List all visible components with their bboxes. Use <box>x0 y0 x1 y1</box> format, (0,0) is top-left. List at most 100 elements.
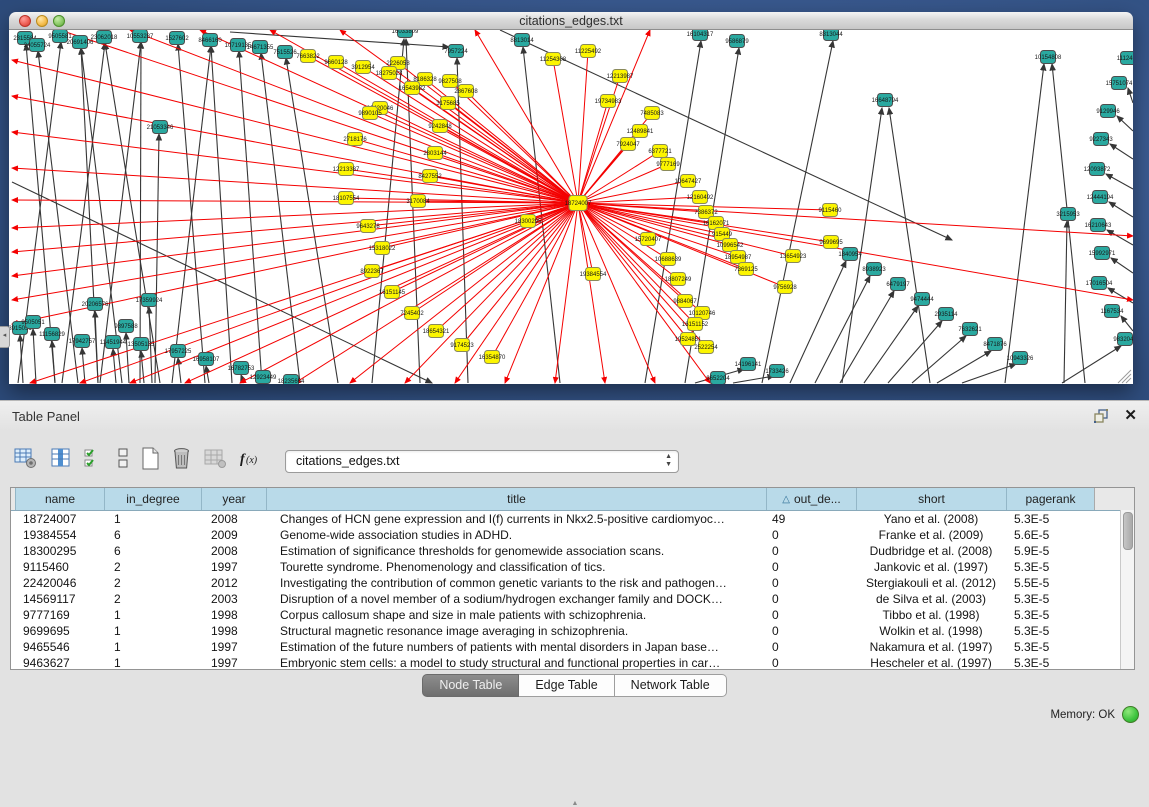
graph-edge[interactable] <box>95 311 98 383</box>
table-row[interactable]: 1456911722003Disruption of a novel membe… <box>11 591 1134 607</box>
graph-edge[interactable] <box>962 364 1016 383</box>
table-cell[interactable]: Estimation of the future numbers of pati… <box>266 640 766 654</box>
table-cell[interactable]: 1998 <box>201 624 266 638</box>
table-cell[interactable]: 2003 <box>201 592 266 606</box>
table-row[interactable]: 2242004622012Investigating the contribut… <box>11 575 1134 591</box>
table-cell[interactable]: 9777169 <box>15 608 104 622</box>
graph-edge[interactable] <box>1121 316 1133 331</box>
close-panel-icon[interactable]: ✕ <box>1124 406 1137 424</box>
graph-edge[interactable] <box>1109 202 1133 217</box>
graph-edge[interactable] <box>382 203 578 248</box>
new-file-icon[interactable] <box>140 447 160 470</box>
column-header-out_de[interactable]: △out_de... <box>766 488 856 510</box>
graph-edge[interactable] <box>1062 346 1121 383</box>
graph-edge[interactable] <box>130 203 578 383</box>
import-table-disabled-icon[interactable] <box>203 447 227 469</box>
table-cell[interactable]: 18300295 <box>15 544 104 558</box>
graph-edge[interactable] <box>140 42 141 383</box>
graph-edge[interactable] <box>113 349 116 383</box>
graph-edge[interactable] <box>578 101 608 203</box>
memory-ok-indicator[interactable] <box>1122 706 1139 723</box>
table-cell[interactable]: 5.3E-5 <box>1006 608 1094 622</box>
graph-edge[interactable] <box>178 358 181 383</box>
table-vertical-scrollbar[interactable] <box>1120 510 1134 669</box>
graph-edge[interactable] <box>578 197 700 203</box>
table-cell[interactable]: 1997 <box>201 560 266 574</box>
graph-edge[interactable] <box>912 336 966 383</box>
table-cell[interactable]: 0 <box>766 592 856 606</box>
table-cell[interactable]: 0 <box>766 544 856 558</box>
graph-edge[interactable] <box>1107 230 1133 245</box>
graph-edge[interactable] <box>455 203 578 383</box>
window-titlebar[interactable]: citations_edges.txt <box>9 12 1133 30</box>
table-cell[interactable]: 5.3E-5 <box>1006 656 1094 670</box>
graph-edge[interactable] <box>12 203 578 228</box>
graph-edge[interactable] <box>172 46 211 383</box>
table-cell[interactable]: 0 <box>766 624 856 638</box>
graph-edge[interactable] <box>448 103 578 203</box>
table-cell[interactable]: Embryonic stem cells: a model to study s… <box>266 656 766 670</box>
table-cell[interactable]: 9699695 <box>15 624 104 638</box>
graph-edge[interactable] <box>412 203 578 313</box>
graph-edge[interactable] <box>33 329 36 383</box>
graph-edge[interactable] <box>1106 174 1133 189</box>
table-cell[interactable]: 0 <box>766 608 856 622</box>
table-cell[interactable]: 22420046 <box>15 576 104 590</box>
graph-edge[interactable] <box>937 351 991 383</box>
graph-edge[interactable] <box>790 261 846 383</box>
graph-edge[interactable] <box>130 30 578 203</box>
column-header-year[interactable]: year <box>201 488 266 510</box>
network-canvas[interactable]: 2315584240557249505581206914062306201810… <box>9 30 1133 384</box>
table-cell[interactable]: de Silva et al. (2003) <box>856 592 1006 606</box>
table-cell[interactable]: 6 <box>104 528 201 542</box>
table-row[interactable]: 911546021997Tourette syndrome. Phenomeno… <box>11 559 1134 575</box>
table-cell[interactable]: 19384554 <box>15 528 104 542</box>
graph-edge[interactable] <box>1064 221 1067 383</box>
graph-edge[interactable] <box>1111 258 1133 273</box>
table-cell[interactable]: 18724007 <box>15 512 104 526</box>
network-table-selector[interactable]: citations_edges.txt ▲▼ <box>285 450 679 473</box>
table-cell[interactable]: 5.3E-5 <box>1006 640 1094 654</box>
table-cell[interactable]: 2 <box>104 576 201 590</box>
graph-edge[interactable] <box>1005 64 1044 383</box>
graph-edge[interactable] <box>578 51 588 203</box>
float-panel-icon[interactable] <box>1093 408 1109 424</box>
table-cell[interactable]: Changes of HCN gene expression and I(f) … <box>266 512 766 526</box>
table-row[interactable]: 946554611997Estimation of the future num… <box>11 639 1134 655</box>
table-cell[interactable]: Disruption of a novel member of a sodium… <box>266 592 766 606</box>
graph-edge[interactable] <box>578 203 668 259</box>
graph-edge[interactable] <box>200 30 578 203</box>
graph-edge[interactable] <box>12 203 578 300</box>
delete-table-icon[interactable] <box>171 447 192 470</box>
table-settings-icon[interactable] <box>14 447 38 469</box>
graph-edge[interactable] <box>1110 144 1133 159</box>
tab-network-table[interactable]: Network Table <box>615 674 727 697</box>
graph-edge[interactable] <box>12 203 578 252</box>
table-row[interactable]: 1872400712008Changes of HCN gene express… <box>11 511 1134 527</box>
table-cell[interactable]: 2 <box>104 592 201 606</box>
graph-edge[interactable] <box>155 134 159 383</box>
graph-edge[interactable] <box>1117 116 1133 131</box>
citation-network-graph[interactable]: 2315584240557249505581206914062306201810… <box>9 30 1133 384</box>
table-row[interactable]: 977716911998Corpus callosum shape and si… <box>11 607 1134 623</box>
table-cell[interactable]: Dudbridge et al. (2008) <box>856 544 1006 558</box>
table-cell[interactable]: 9463627 <box>15 656 104 670</box>
table-cell[interactable]: 5.9E-5 <box>1006 544 1094 558</box>
table-cell[interactable]: Genome-wide association studies in ADHD. <box>266 528 766 542</box>
table-cell[interactable]: 6 <box>104 544 201 558</box>
column-header-in_degree[interactable]: in_degree <box>104 488 201 510</box>
table-cell[interactable]: Hescheler et al. (1997) <box>856 656 1006 670</box>
table-cell[interactable]: Nakamura et al. (1997) <box>856 640 1006 654</box>
graph-edge[interactable] <box>1108 288 1133 303</box>
graph-edge[interactable] <box>840 291 894 383</box>
table-cell[interactable]: 0 <box>766 528 856 542</box>
table-cell[interactable]: 5.3E-5 <box>1006 624 1094 638</box>
table-cell[interactable]: 5.3E-5 <box>1006 592 1094 606</box>
table-cell[interactable]: 0 <box>766 656 856 670</box>
table-cell[interactable]: 1 <box>104 624 201 638</box>
table-cell[interactable]: Stergiakouli et al. (2012) <box>856 576 1006 590</box>
table-cell[interactable]: Estimation of significance thresholds fo… <box>266 544 766 558</box>
tab-edge-table[interactable]: Edge Table <box>519 674 614 697</box>
table-cell[interactable]: 1997 <box>201 656 266 670</box>
graph-edge[interactable] <box>864 306 918 383</box>
